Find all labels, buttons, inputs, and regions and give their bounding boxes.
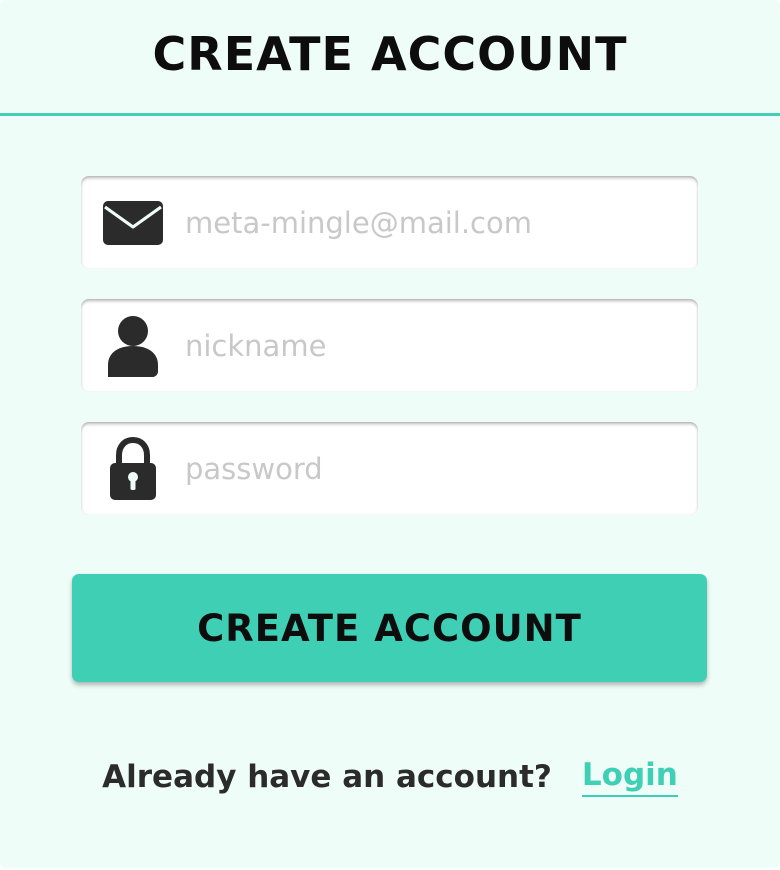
lock-icon [101,436,165,501]
header: CREATE ACCOUNT [0,0,780,116]
envelope-icon [101,191,165,255]
login-link[interactable]: Login [581,757,678,797]
already-have-account-text: Already have an account? [102,759,552,795]
password-input[interactable] [185,422,675,515]
email-field[interactable] [81,176,698,269]
login-prompt: Already have an account? Login [0,752,780,802]
page-title: CREATE ACCOUNT [152,26,628,81]
email-input[interactable] [185,176,675,269]
password-field[interactable] [81,422,698,515]
create-account-card: CREATE ACCOUNT meta-mingle@mail.com nick… [0,0,780,868]
nickname-input[interactable] [185,299,675,392]
nickname-field[interactable] [81,299,698,392]
user-icon [101,314,165,378]
create-account-button[interactable]: CREATE ACCOUNT [72,574,707,682]
